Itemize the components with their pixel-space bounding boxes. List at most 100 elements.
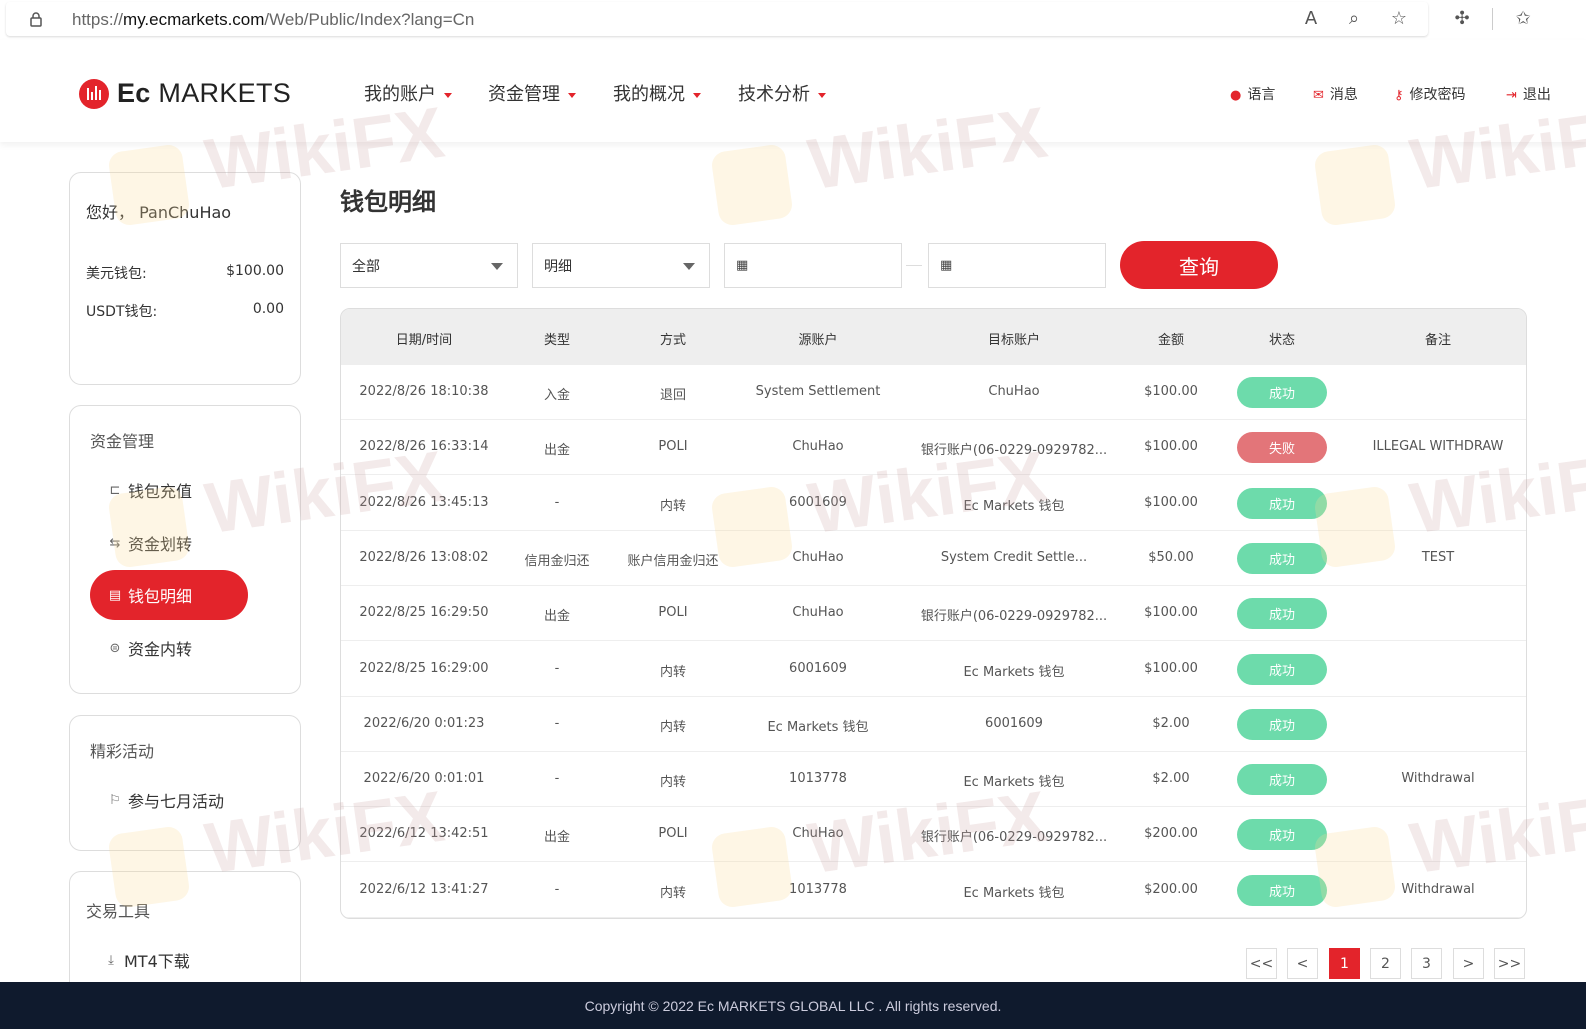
favorites-icon[interactable]: ✩: [1512, 8, 1534, 30]
status-badge: 成功: [1237, 708, 1327, 740]
logout-link[interactable]: ⇥ 退出: [1506, 84, 1551, 104]
cell-amount: $200.00: [1144, 881, 1198, 897]
table-row: 2022/8/26 13:08:02 信用金归还 账户信用金归还 ChuHao Syst…: [341, 531, 1526, 586]
col-datetime: 日期/时间: [395, 333, 453, 348]
cell-source: ChuHao: [792, 439, 844, 455]
col-amount: 金额: [1157, 333, 1185, 348]
start-date-input[interactable]: ▦: [724, 243, 902, 288]
swap-circle-icon: ⊜: [109, 640, 121, 656]
cell-type: -: [554, 660, 560, 676]
cell-source: 1013778: [789, 881, 847, 897]
add-favorite-icon[interactable]: ☆: [1388, 8, 1410, 30]
cell-type: 出金: [543, 443, 571, 459]
cell-amount: $2.00: [1152, 771, 1190, 787]
cell-method: POLI: [658, 605, 688, 621]
cell-amount: $100.00: [1144, 605, 1198, 621]
page-3[interactable]: 3: [1411, 948, 1442, 979]
cell-datetime: 2022/6/20 0:01:01: [363, 771, 485, 787]
cell-target: 6001609: [985, 715, 1043, 731]
cell-datetime: 2022/8/26 13:08:02: [359, 549, 489, 565]
cell-type: 入金: [543, 388, 571, 403]
mail-icon: ✉: [1313, 88, 1324, 103]
cell-datetime: 2022/6/12 13:41:27: [359, 881, 489, 897]
nav-analysis[interactable]: 技术分析: [738, 80, 826, 106]
table-row: 2022/6/12 13:42:51 出金 POLI ChuHao 银行账户(06-02…: [341, 807, 1526, 863]
events-title: 精彩活动: [90, 742, 155, 761]
cell-type: 信用金归还: [524, 553, 590, 569]
col-source: 源账户: [798, 333, 838, 348]
footer-copyright: Copyright © 2022 Ec MARKETS GLOBAL LLC .…: [0, 982, 1586, 1029]
cell-method: 内转: [659, 775, 687, 791]
col-target: 目标账户: [987, 333, 1041, 348]
page-first[interactable]: <<: [1246, 948, 1277, 979]
language-link[interactable]: ● 语言: [1230, 84, 1275, 104]
cell-method: 内转: [659, 498, 687, 514]
status-badge: 成功: [1237, 764, 1327, 796]
usdt-wallet-row: USDT钱包: 0.00: [86, 301, 284, 320]
caret-down-icon: [444, 92, 452, 98]
end-date-input[interactable]: ▦: [928, 243, 1106, 288]
deposit-icon: ⊏: [109, 482, 121, 498]
page-title: 钱包明细: [340, 188, 436, 216]
nav-funds[interactable]: 资金管理: [488, 80, 576, 106]
cell-type: 出金: [543, 830, 571, 846]
read-aloud-icon[interactable]: A: [1300, 8, 1322, 30]
cell-remark: Withdrawal: [1401, 771, 1475, 787]
sidebar-item-mt4-download[interactable]: ⤓ MT4下载: [86, 935, 244, 985]
page-next[interactable]: >: [1453, 948, 1484, 979]
table-row: 2022/8/25 16:29:00 - 内转 6001609 Ec Markets 钱…: [341, 642, 1526, 697]
nav-my-account[interactable]: 我的账户: [364, 80, 452, 106]
cell-target: 银行账户(06-0229-0929782...: [920, 830, 1108, 846]
status-badge: 成功: [1237, 653, 1327, 685]
change-password-link[interactable]: ⚷ 修改密码: [1394, 84, 1466, 104]
cell-method: 退回: [659, 388, 687, 403]
cell-datetime: 2022/8/25 16:29:50: [359, 605, 489, 621]
cell-target: System Credit Settle...: [940, 549, 1088, 565]
table-row: 2022/8/26 13:45:13 - 内转 6001609 Ec Markets 钱…: [341, 476, 1526, 531]
sidebar-item-transfer[interactable]: ⇆ 资金划转: [90, 518, 248, 568]
status-badge: 成功: [1237, 487, 1327, 519]
sidebar-item-internal-transfer[interactable]: ⊜ 资金内转: [90, 623, 248, 673]
sidebar-item-deposit[interactable]: ⊏ 钱包充值: [90, 465, 248, 515]
zoom-icon[interactable]: ⌕: [1343, 8, 1365, 30]
page-1[interactable]: 1: [1329, 948, 1360, 979]
cell-source: ChuHao: [792, 826, 844, 842]
col-remark: 备注: [1424, 333, 1452, 348]
nav-overview[interactable]: 我的概况: [613, 80, 701, 106]
table-row: 2022/6/20 0:01:23 - 内转 Ec Markets 钱包 6001609…: [341, 697, 1526, 752]
messages-link[interactable]: ✉ 消息: [1313, 84, 1358, 104]
cell-method: POLI: [658, 439, 688, 455]
col-status: 状态: [1268, 333, 1296, 348]
funds-card: 资金管理 ⊏ 钱包充值 ⇆ 资金划转 ▤ 钱包明细 ⊜ 资金内转: [69, 405, 301, 694]
type-select[interactable]: 全部: [340, 243, 518, 288]
cell-source: ChuHao: [792, 549, 844, 565]
cell-amount: $2.00: [1152, 715, 1190, 731]
download-icon: ⤓: [108, 952, 114, 968]
page-2[interactable]: 2: [1370, 948, 1401, 979]
logo-text[interactable]: Ec MARKETS: [117, 78, 291, 109]
status-badge: 成功: [1237, 819, 1327, 851]
cell-datetime: 2022/8/26 13:45:13: [359, 494, 489, 510]
table-row: 2022/6/12 13:41:27 - 内转 1013778 Ec Markets 钱…: [341, 863, 1526, 918]
url-text[interactable]: https://my.ecmarkets.com/Web/Public/Inde…: [72, 10, 474, 30]
logo-icon[interactable]: [79, 79, 109, 109]
page-prev[interactable]: <: [1287, 948, 1318, 979]
address-bar[interactable]: https://my.ecmarkets.com/Web/Public/Inde…: [6, 2, 1428, 36]
status-badge: 成功: [1237, 542, 1327, 574]
cell-method: 内转: [659, 719, 687, 735]
detail-select[interactable]: 明细: [532, 243, 710, 288]
cell-remark: ILLEGAL WITHDRAW: [1372, 439, 1504, 455]
flag-icon: ⚐: [109, 792, 121, 808]
sidebar-item-wallet-details[interactable]: ▤ 钱包明细: [90, 570, 248, 620]
extensions-icon[interactable]: ✣: [1451, 8, 1473, 30]
greeting: 您好， PanChuHao: [86, 203, 232, 222]
cell-remark: TEST: [1421, 549, 1455, 565]
query-button[interactable]: 查询: [1120, 241, 1278, 289]
cell-amount: $100.00: [1144, 660, 1198, 676]
page-last[interactable]: >>: [1494, 948, 1525, 979]
cell-method: 账户信用金归还: [627, 553, 719, 569]
cell-datetime: 2022/8/26 18:10:38: [359, 384, 489, 399]
cell-amount: $100.00: [1144, 439, 1198, 455]
sidebar-item-july-event[interactable]: ⚐ 参与七月活动: [90, 775, 248, 825]
site-header: Ec MARKETS 我的账户 资金管理 我的概况 技术分析 ● 语言 ✉ 消息 ⚷…: [0, 40, 1586, 142]
